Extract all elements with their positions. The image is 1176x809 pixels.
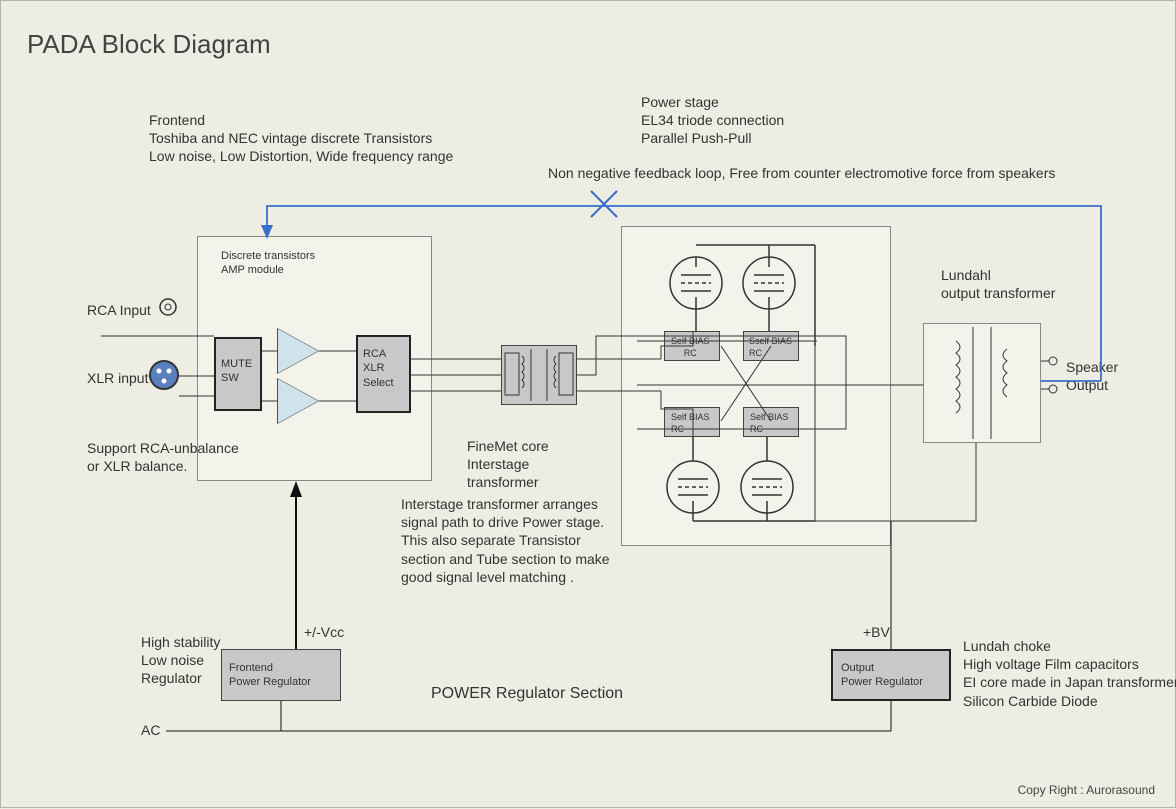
interstage-desc: Interstage transformer arranges signal p… — [401, 495, 611, 586]
frontend-regulator-label: Frontend Power Regulator — [229, 661, 311, 690]
copyright-text: Copy Right : Aurorasound — [1018, 783, 1155, 797]
lundahl-label: Lundahl output transformer — [941, 266, 1055, 302]
bv-label: +BV — [863, 623, 890, 641]
nfb-note: Non negative feedback loop, Free from co… — [548, 164, 1055, 182]
support-note: Support RCA-unbalance or XLR balance. — [87, 439, 239, 475]
power-stage-text: Power stage EL34 triode connection Paral… — [641, 93, 784, 148]
self-bias-2-label: Sself BIAS RC — [749, 336, 792, 359]
frontend-line1: Toshiba and NEC vintage discrete Transis… — [149, 129, 453, 147]
power-stage-line1: EL34 triode connection — [641, 111, 784, 129]
power-stage-box — [621, 226, 891, 546]
xlr-input-label: XLR input — [87, 369, 148, 387]
frontend-heading: Frontend — [149, 111, 453, 129]
speaker-output-label: Speaker Output — [1066, 358, 1118, 394]
diagram-title: PADA Block Diagram — [27, 29, 271, 60]
rca-xlr-select-label: RCA XLR Select — [363, 347, 394, 390]
frontend-text: Frontend Toshiba and NEC vintage discret… — [149, 111, 453, 166]
lundahl-box — [923, 323, 1041, 443]
interstage-box — [501, 345, 577, 405]
amp-module-label: Discrete transistors AMP module — [221, 249, 315, 278]
output-reg-note: Lundah choke High voltage Film capacitor… — [963, 637, 1176, 710]
mute-sw-label: MUTE SW — [221, 357, 252, 386]
frontend-line2: Low noise, Low Distortion, Wide frequenc… — [149, 147, 453, 165]
rca-input-label: RCA Input — [87, 301, 151, 319]
power-stage-line2: Parallel Push-Pull — [641, 129, 784, 147]
self-bias-3-label: Self BIAS RC — [671, 412, 710, 435]
output-regulator-label: Output Power Regulator — [841, 661, 923, 690]
vcc-label: +/-Vcc — [304, 623, 344, 641]
amp-triangle-top — [278, 329, 318, 373]
self-bias-4-label: Self BIAS RC — [750, 412, 789, 435]
ac-label: AC — [141, 721, 160, 739]
amp-triangle-bottom — [278, 379, 318, 423]
power-stage-heading: Power stage — [641, 93, 784, 111]
regulator-note: High stability Low noise Regulator — [141, 633, 220, 688]
power-section-label: POWER Regulator Section — [431, 684, 623, 705]
interstage-heading: FineMet core Interstage transformer — [467, 437, 627, 492]
self-bias-1-label: Self BIAS RC — [671, 336, 710, 359]
